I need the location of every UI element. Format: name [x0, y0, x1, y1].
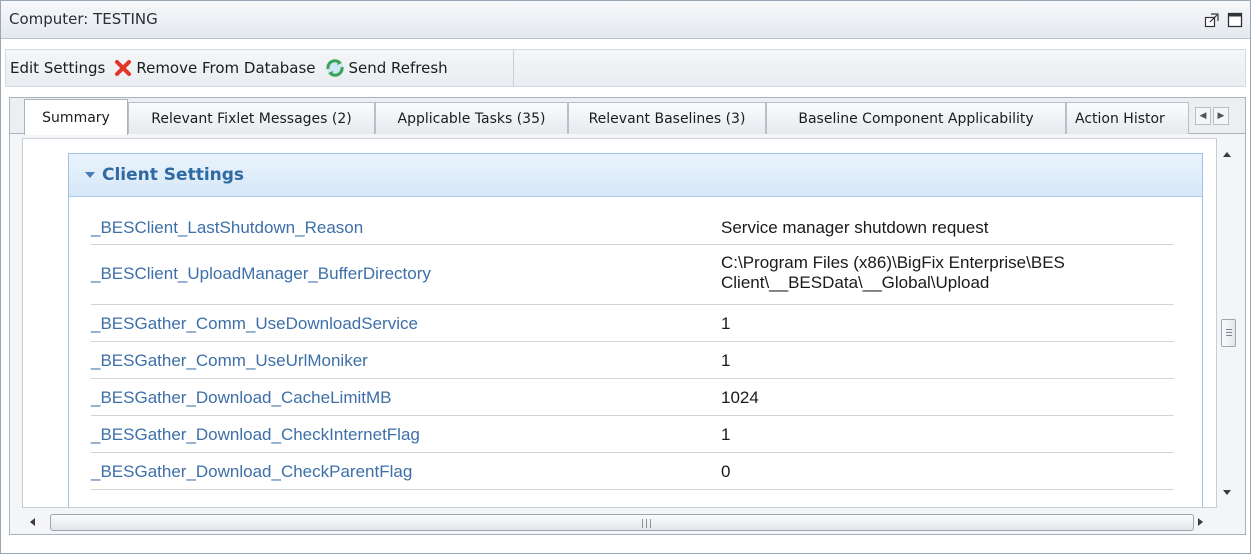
tab-strip: Summary Relevant Fixlet Messages (2) App…: [10, 98, 1245, 135]
setting-name[interactable]: _BESGather_Download_CheckInternetFlag: [91, 425, 420, 445]
title-bar: Computer: TESTING: [1, 1, 1250, 39]
setting-name[interactable]: _BESClient_UploadManager_BufferDirectory: [91, 264, 431, 284]
scroll-right-icon[interactable]: [1198, 518, 1203, 526]
setting-row: _BESGather_Download_CheckInternetFlag 1: [91, 416, 1174, 453]
remove-from-database-label: Remove From Database: [136, 59, 316, 77]
scroll-left-icon[interactable]: [30, 518, 35, 526]
setting-value: Service manager shutdown request: [721, 218, 989, 237]
edit-settings-label: Edit Settings: [10, 59, 106, 77]
setting-row: _BESClient_UploadManager_BufferDirectory…: [91, 245, 1174, 305]
tab-panel: Summary Relevant Fixlet Messages (2) App…: [9, 97, 1246, 535]
tab-baseline-component-applicability[interactable]: Baseline Component Applicability: [766, 102, 1066, 134]
setting-name[interactable]: _BESGather_Download_CacheLimitMB: [91, 388, 392, 408]
refresh-icon: [325, 59, 344, 77]
tab-scroll-left-icon[interactable]: ◀: [1195, 107, 1211, 125]
client-settings-section: Client Settings _BESClient_LastShutdown_…: [68, 153, 1203, 507]
maximize-icon[interactable]: [1227, 12, 1243, 28]
scroll-down-icon[interactable]: [1223, 490, 1231, 495]
setting-value: 1024: [721, 388, 759, 407]
collapse-caret-icon[interactable]: [85, 172, 95, 178]
setting-row: _BESGather_Comm_UseUrlMoniker 1: [91, 342, 1174, 379]
tab-scroll-right-icon[interactable]: ▶: [1213, 107, 1229, 125]
restore-icon[interactable]: [1204, 12, 1220, 28]
setting-value: 1: [721, 314, 731, 333]
window-title: Computer: TESTING: [9, 10, 158, 28]
vertical-scroll-thumb[interactable]: [1221, 319, 1236, 347]
send-refresh-button[interactable]: Send Refresh: [320, 50, 452, 86]
vertical-scrollbar[interactable]: [1219, 138, 1241, 508]
section-title: Client Settings: [102, 165, 245, 185]
setting-value: C:\Program Files (x86)\BigFix Enterprise…: [721, 253, 1065, 292]
setting-value: 0: [721, 462, 731, 481]
tab-summary[interactable]: Summary: [24, 99, 128, 135]
setting-row: _BESGather_Download_CheckParentFlag 0: [91, 453, 1174, 490]
send-refresh-label: Send Refresh: [348, 59, 448, 77]
setting-value: 1: [721, 351, 731, 370]
horizontal-scrollbar[interactable]: |||: [22, 512, 1217, 532]
setting-row: _BESGather_Comm_UseDownloadService 1: [91, 305, 1174, 342]
tab-action-history[interactable]: Action Histor: [1066, 102, 1189, 134]
scroll-up-icon[interactable]: [1223, 152, 1231, 157]
client-settings-header[interactable]: Client Settings: [69, 154, 1202, 197]
summary-content: Client Settings _BESClient_LastShutdown_…: [22, 138, 1217, 508]
setting-name[interactable]: _BESGather_Comm_UseDownloadService: [91, 314, 418, 334]
setting-name[interactable]: _BESGather_Download_CheckParentFlag: [91, 462, 412, 482]
setting-row: _BESGather_Download_CacheLimitMB 1024: [91, 379, 1174, 416]
edit-settings-button[interactable]: Edit Settings: [6, 50, 109, 86]
tab-applicable-tasks[interactable]: Applicable Tasks (35): [375, 102, 568, 134]
toolbar: Edit Settings Remove From Database Send …: [5, 49, 1246, 87]
computer-window: Computer: TESTING Edit Settings Remove F…: [0, 0, 1251, 554]
tab-relevant-fixlet-messages[interactable]: Relevant Fixlet Messages (2): [128, 102, 375, 134]
setting-value: 1: [721, 425, 731, 444]
remove-x-icon: [115, 60, 132, 76]
remove-from-database-button[interactable]: Remove From Database: [109, 50, 319, 86]
tab-relevant-baselines[interactable]: Relevant Baselines (3): [568, 102, 766, 134]
setting-name[interactable]: _BESClient_LastShutdown_Reason: [91, 218, 363, 238]
horizontal-scroll-thumb[interactable]: |||: [50, 514, 1194, 531]
setting-name[interactable]: _BESGather_Comm_UseUrlMoniker: [91, 351, 368, 371]
toolbar-actions: Edit Settings Remove From Database Send …: [6, 50, 514, 86]
setting-row: _BESClient_LastShutdown_Reason Service m…: [91, 212, 1174, 245]
